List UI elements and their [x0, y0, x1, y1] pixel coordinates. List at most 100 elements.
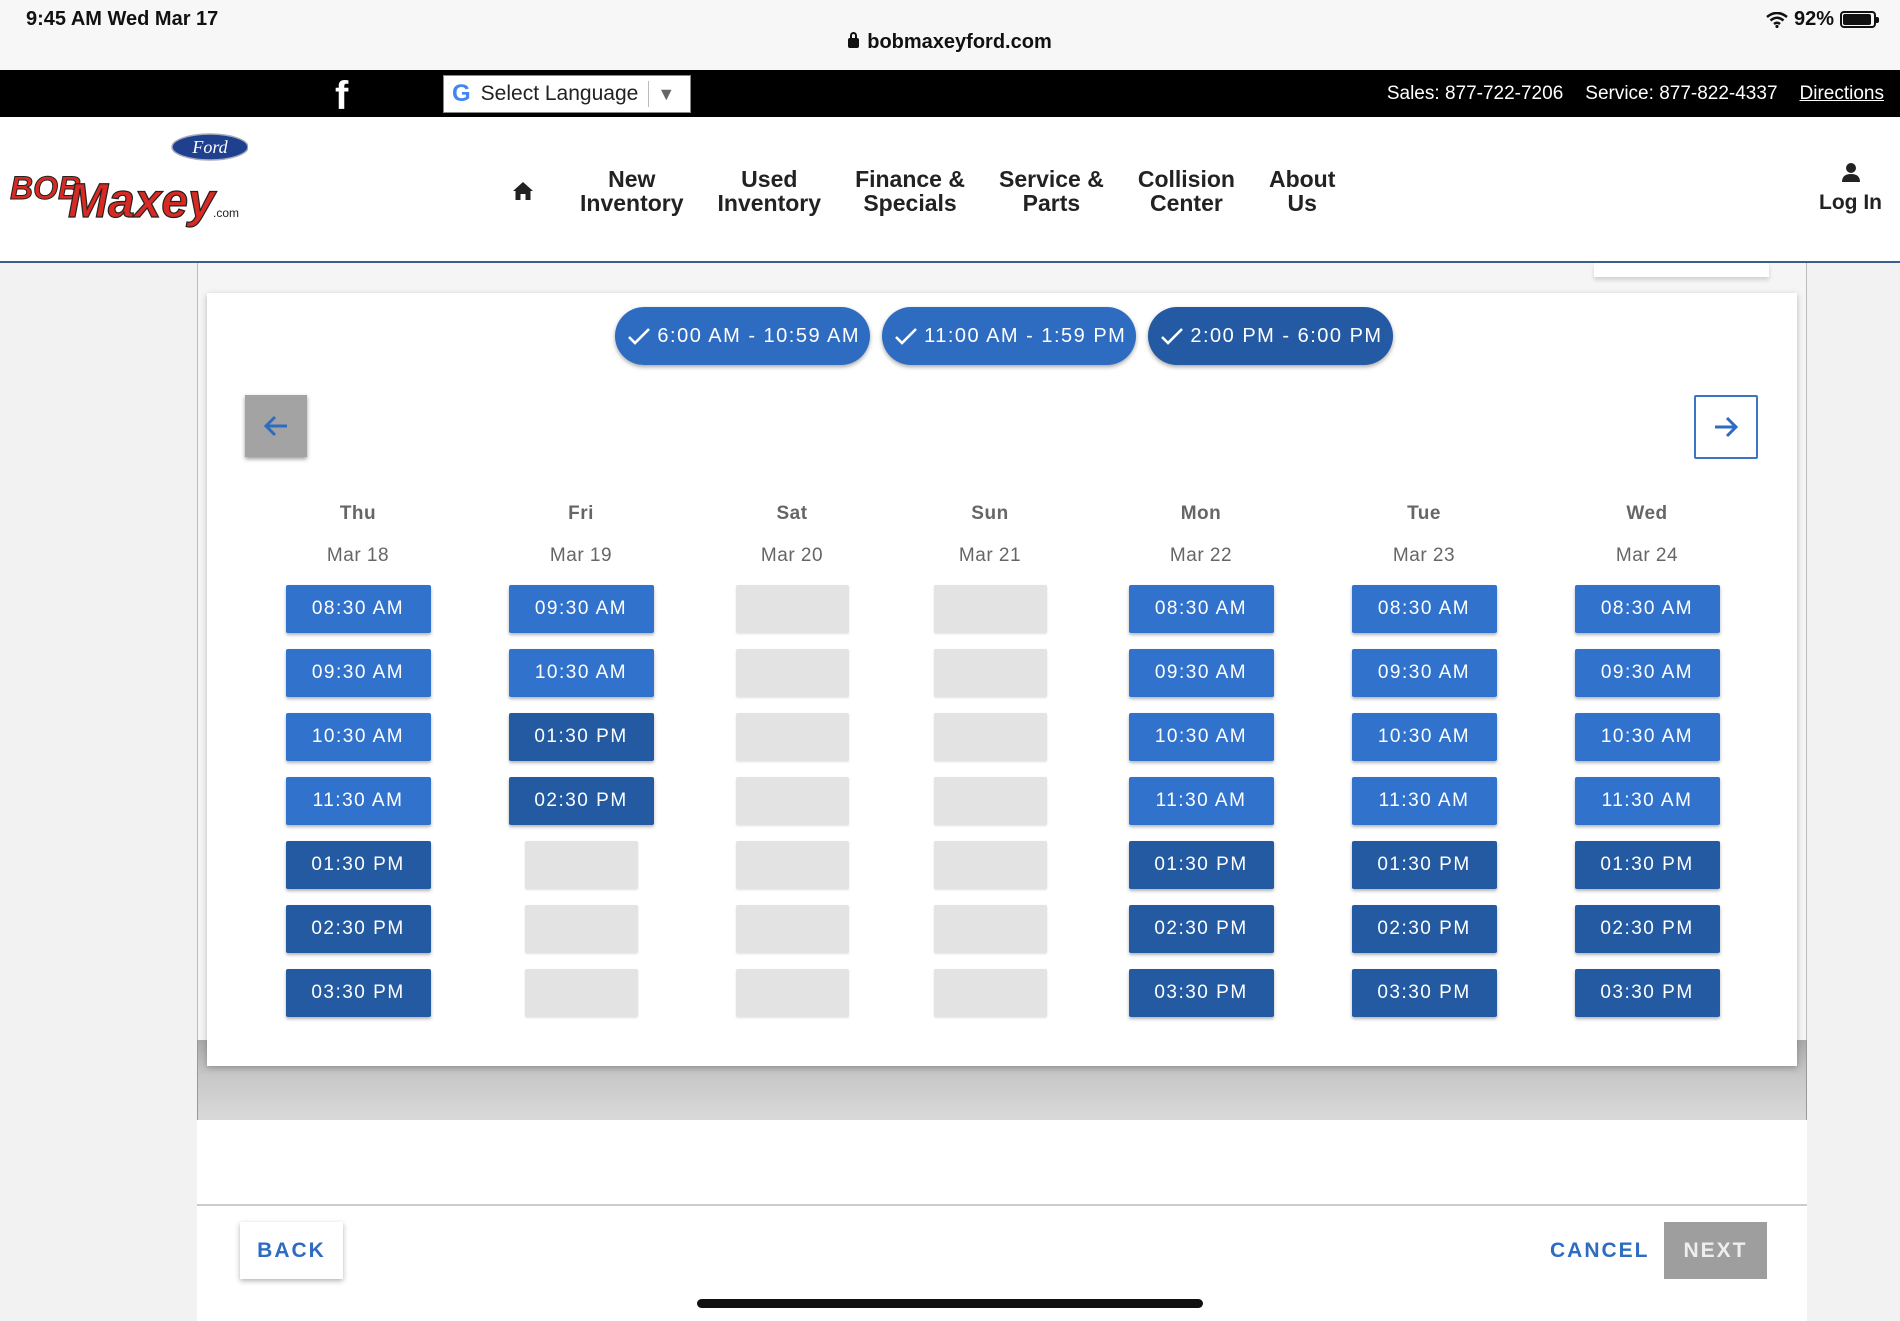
nav-label-line1: New	[608, 166, 656, 192]
unavailable-slot	[735, 969, 849, 1017]
day-column: Thu Mar 18 08:30 AM 09:30 AM 10:30 AM 11:30 A…	[278, 503, 438, 1033]
time-slot-button[interactable]: 10:30 AM	[508, 649, 654, 697]
time-slot-button[interactable]: 11:30 AM	[1351, 777, 1497, 825]
unavailable-slot	[735, 841, 849, 889]
nav-collision-center[interactable]: Collision Center	[1138, 167, 1235, 215]
time-slot-button[interactable]: 11:30 AM	[1574, 777, 1720, 825]
time-slot-button[interactable]: 01:30 PM	[1351, 841, 1497, 889]
status-indicators: 92%	[1766, 8, 1879, 31]
slot-list	[910, 585, 1070, 1017]
arrow-left-icon	[263, 415, 287, 437]
filter-chip-midday[interactable]: 11:00 AM - 1:59 PM	[882, 307, 1137, 365]
day-column: Fri Mar 19 09:30 AM 10:30 AM 01:30 PM 02:30 P…	[501, 503, 661, 1033]
main-navigation: Ford BOB Maxey .com New Inventory Used Inv…	[0, 117, 1900, 263]
checkmark-icon	[895, 328, 917, 345]
directions-link[interactable]: Directions	[1800, 83, 1884, 105]
previous-week-button[interactable]	[245, 395, 307, 457]
time-slot-button[interactable]: 03:30 PM	[285, 969, 431, 1017]
home-icon[interactable]	[506, 174, 540, 208]
time-slot-button[interactable]: 09:30 AM	[285, 649, 431, 697]
time-slot-button[interactable]: 02:30 PM	[1351, 905, 1497, 953]
time-slot-button[interactable]: 02:30 PM	[1574, 905, 1720, 953]
time-slot-button[interactable]: 09:30 AM	[1574, 649, 1720, 697]
service-contact[interactable]: Service: 877-822-4337	[1585, 83, 1777, 105]
time-slot-button[interactable]: 10:30 AM	[1128, 713, 1274, 761]
nav-finance-specials[interactable]: Finance & Specials	[855, 167, 965, 215]
top-contact-bar: f G Select Language ▼ Sales: 877-722-720…	[0, 70, 1900, 119]
bob-maxey-ford-logo[interactable]: Ford BOB Maxey .com	[8, 125, 248, 255]
nav-label-line1: Collision	[1137, 166, 1235, 192]
url-text: bobmaxeyford.com	[867, 31, 1052, 53]
cancel-button[interactable]: CANCEL	[1550, 1222, 1650, 1279]
time-range-filters: 6:00 AM - 10:59 AM 11:00 AM - 1:59 PM 2:…	[207, 307, 1797, 365]
time-slot-button[interactable]: 03:30 PM	[1574, 969, 1720, 1017]
day-date: Mar 20	[760, 545, 824, 566]
filter-chip-afternoon[interactable]: 2:00 PM - 6:00 PM	[1148, 307, 1393, 365]
address-bar[interactable]: bobmaxeyford.com	[0, 31, 1900, 54]
time-slot-button[interactable]: 10:30 AM	[1351, 713, 1497, 761]
nav-about-us[interactable]: About Us	[1269, 167, 1335, 215]
filter-chip-morning[interactable]: 6:00 AM - 10:59 AM	[615, 307, 871, 365]
slot-list	[712, 585, 872, 1017]
unavailable-slot	[933, 969, 1047, 1017]
unavailable-slot	[933, 905, 1047, 953]
login-button[interactable]: Log In	[1819, 161, 1882, 215]
logo-maxey-text: Maxey	[68, 175, 217, 228]
time-slot-button[interactable]: 03:30 PM	[1351, 969, 1497, 1017]
filter-chip-label: 6:00 AM - 10:59 AM	[657, 324, 861, 347]
nav-label-line2: Inventory	[717, 190, 822, 216]
time-slot-button[interactable]: 02:30 PM	[508, 777, 654, 825]
time-slot-button[interactable]: 09:30 AM	[508, 585, 654, 633]
time-slot-button[interactable]: 08:30 AM	[285, 585, 431, 633]
unavailable-slot	[735, 713, 849, 761]
day-date: Mar 22	[1169, 545, 1233, 566]
nav-service-parts[interactable]: Service & Parts	[999, 167, 1104, 215]
service-phone: 877-822-4337	[1659, 83, 1778, 104]
user-icon	[1841, 163, 1860, 182]
back-button[interactable]: BACK	[240, 1222, 343, 1279]
wifi-icon	[1766, 11, 1788, 28]
ios-status-bar: 9:45 AM Wed Mar 17 bobmaxeyford.com 92%	[0, 0, 1900, 70]
time-slot-button[interactable]: 02:30 PM	[1128, 905, 1274, 953]
time-slot-button[interactable]: 01:30 PM	[508, 713, 654, 761]
filter-chip-label: 11:00 AM - 1:59 PM	[924, 324, 1127, 347]
time-slot-button[interactable]: 09:30 AM	[1351, 649, 1497, 697]
nav-label-line2: Us	[1287, 190, 1317, 216]
day-column: Sun Mar 21	[910, 503, 1070, 1033]
status-time: 9:45 AM Wed Mar 17	[26, 8, 219, 30]
time-slot-button[interactable]: 08:30 AM	[1128, 585, 1274, 633]
time-slot-button[interactable]: 10:30 AM	[285, 713, 431, 761]
time-slot-button[interactable]: 02:30 PM	[285, 905, 431, 953]
day-name: Thu	[339, 503, 377, 524]
time-slot-button[interactable]: 08:30 AM	[1351, 585, 1497, 633]
nav-label-line1: Used	[741, 166, 798, 192]
facebook-icon[interactable]: f	[335, 74, 348, 119]
slot-list: 08:30 AM 09:30 AM 10:30 AM 11:30 AM 01:30 PM…	[1344, 585, 1504, 1017]
nav-label-line2: Parts	[1022, 190, 1081, 216]
nav-label-line2: Inventory	[580, 190, 684, 216]
time-slot-button[interactable]: 08:30 AM	[1574, 585, 1720, 633]
divider	[648, 81, 650, 107]
time-slot-button[interactable]: 01:30 PM	[1574, 841, 1720, 889]
nav-new-inventory[interactable]: New Inventory	[580, 167, 684, 215]
day-column: Mon Mar 22 08:30 AM 09:30 AM 10:30 AM 11:30 A…	[1121, 503, 1281, 1033]
day-date: Mar 23	[1392, 545, 1456, 566]
time-slot-button[interactable]: 01:30 PM	[285, 841, 431, 889]
sales-label: Sales:	[1386, 83, 1440, 104]
time-slot-button[interactable]: 03:30 PM	[1128, 969, 1274, 1017]
google-icon: G	[452, 80, 471, 107]
sales-contact[interactable]: Sales: 877-722-7206	[1387, 83, 1563, 105]
next-button[interactable]: NEXT	[1664, 1222, 1767, 1279]
time-slot-button[interactable]: 11:30 AM	[285, 777, 431, 825]
day-column: Tue Mar 23 08:30 AM 09:30 AM 10:30 AM 11:30 A…	[1344, 503, 1504, 1033]
time-slot-button[interactable]: 10:30 AM	[1574, 713, 1720, 761]
nav-used-inventory[interactable]: Used Inventory	[718, 167, 822, 215]
footer-divider	[197, 1204, 1807, 1206]
next-week-button[interactable]	[1694, 395, 1758, 459]
time-slot-button[interactable]: 11:30 AM	[1128, 777, 1274, 825]
slot-list: 08:30 AM 09:30 AM 10:30 AM 11:30 AM 01:30 PM…	[1121, 585, 1281, 1017]
time-slot-button[interactable]: 09:30 AM	[1128, 649, 1274, 697]
language-select[interactable]: G Select Language ▼	[443, 75, 691, 113]
time-slot-button[interactable]: 01:30 PM	[1128, 841, 1274, 889]
home-indicator[interactable]	[697, 1299, 1203, 1308]
